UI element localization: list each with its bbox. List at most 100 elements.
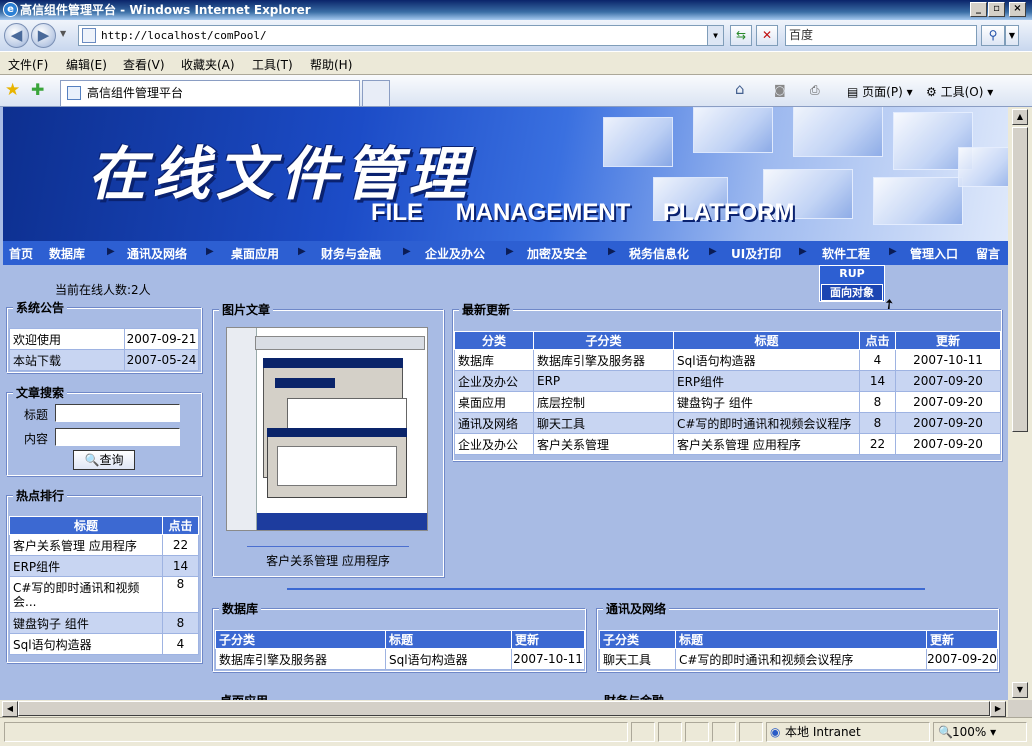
menu-help[interactable]: 帮助(H) [310,56,352,73]
refresh-button[interactable]: ⇆ [730,25,752,46]
page-menu[interactable]: ▤ 页面(P) ▾ [847,83,913,100]
content-input[interactable] [55,428,180,446]
nav-tax[interactable]: 税务信息化 [629,245,689,262]
hot-title[interactable]: C#写的即时通讯和视频会... [9,576,163,613]
maximize-button[interactable]: ▫ [988,2,1005,17]
minimize-button[interactable]: _ [970,2,987,17]
back-button[interactable]: ◀ [4,23,29,48]
cell-title[interactable]: C#写的即时通讯和视频会议程序 [673,412,860,434]
nav-security[interactable]: 加密及安全 [527,245,587,262]
nav-admin[interactable]: 管理入口 [910,245,958,262]
tools-menu[interactable]: ⚙ 工具(O) ▾ [926,83,993,100]
security-lock-icon[interactable] [739,722,763,742]
cell-subcategory[interactable]: 客户关系管理 [533,433,674,455]
new-tab-button[interactable] [362,80,390,106]
cell-subcategory[interactable]: 聊天工具 [599,648,676,670]
search-icon[interactable]: ⚲ [981,25,1005,46]
nav-ui-print[interactable]: UI及打印 [731,245,781,262]
address-dropdown-icon[interactable]: ▼ [707,26,723,45]
nav-network[interactable]: 通讯及网络 [127,245,187,262]
nav-finance[interactable]: 财务与金融 [321,245,381,262]
zoom-control[interactable]: 🔍 100% ▾ [933,722,1027,742]
home-icon[interactable]: ⌂ [735,80,745,98]
dropdown-item-oo[interactable]: 面向对象 [821,284,883,301]
tab-current[interactable]: 高信组件管理平台 [60,80,360,106]
dropdown-item-rup[interactable]: RUP [820,266,884,283]
horizontal-scrollbar[interactable]: ◀ ▶ [0,700,1008,717]
cell-clicks: 8 [859,412,896,434]
address-input[interactable]: http://localhost/comPool/ ▼ [78,25,724,46]
nav-database[interactable]: 数据库 [49,245,85,262]
zoom-label: 100% [952,725,987,739]
scroll-down-icon[interactable]: ▼ [1012,682,1028,698]
cell-subcategory[interactable]: 数据库引擎及服务器 [215,648,386,670]
hot-title[interactable]: Sql语句构造器 [9,633,163,655]
hscroll-thumb[interactable] [18,701,990,716]
nav-enterprise[interactable]: 企业及办公 [425,245,485,262]
cell-category: 企业及办公 [454,370,534,392]
hot-title[interactable]: 键盘钩子 组件 [9,612,163,634]
cell-subcategory[interactable]: 聊天工具 [533,412,674,434]
hot-title[interactable]: ERP组件 [9,555,163,577]
menu-tools[interactable]: 工具(T) [252,56,293,73]
col-updated: 更新 [895,331,1001,350]
table-row: 桌面应用 底层控制 键盘钩子 组件 8 2007-09-20 [454,391,1001,413]
search-legend: 文章搜索 [13,384,68,401]
nav-home[interactable]: 首页 [9,245,33,262]
print-icon[interactable]: ⎙ [810,83,820,98]
search-options-icon[interactable]: ▼ [1005,25,1019,46]
cell-title[interactable]: Sql语句构造器 [673,349,860,371]
cell-title[interactable]: 客户关系管理 应用程序 [673,433,860,455]
col-clicks: 点击 [859,331,896,350]
announce-title[interactable]: 欢迎使用 [9,328,125,350]
menu-file[interactable]: 文件(F) [8,56,48,73]
search-input[interactable]: 百度 [785,25,977,46]
table-row: 聊天工具 C#写的即时通讯和视频会议程序 2007-09-20 [599,648,998,670]
col-updated: 更新 [926,630,998,649]
ie-logo-icon: e [3,2,18,17]
banner-title-en: FILE MANAGEMENT PLATFORM [371,199,795,226]
scroll-left-icon[interactable]: ◀ [2,701,18,717]
zone-indicator[interactable]: ◉ 本地 Intranet [766,722,930,742]
title-input[interactable] [55,404,180,422]
table-row: 企业及办公 ERP ERP组件 14 2007-09-20 [454,370,1001,392]
menu-edit[interactable]: 编辑(E) [66,56,107,73]
vertical-scrollbar[interactable]: ▲ ▼ [1008,107,1032,700]
nav-message[interactable]: 留言 [976,245,1000,262]
article-thumbnail[interactable] [226,327,428,531]
nav-arrow-icon: ▶ [506,246,514,257]
table-row: Sql语句构造器 4 [9,633,199,655]
nav-arrow-icon: ▶ [206,246,214,257]
cell-subcategory[interactable]: 数据库引擎及服务器 [533,349,674,371]
close-window-button[interactable]: × [1009,2,1026,17]
hot-title[interactable]: 客户关系管理 应用程序 [9,534,163,556]
cell-clicks: 22 [859,433,896,455]
nav-arrow-icon: ▶ [298,246,306,257]
stop-button[interactable]: ✕ [756,25,778,46]
search-button[interactable]: 🔍查询 [73,450,135,470]
col-updated: 更新 [511,630,585,649]
favorites-star-icon[interactable]: ★ [5,80,20,100]
scroll-right-icon[interactable]: ▶ [990,701,1006,717]
nav-desktop[interactable]: 桌面应用 [231,245,279,262]
cell-subcategory[interactable]: ERP [533,370,674,392]
scroll-up-icon[interactable]: ▲ [1012,109,1028,125]
table-row: 键盘钩子 组件 8 [9,612,199,634]
announce-title[interactable]: 本站下载 [9,349,125,371]
nav-software-eng[interactable]: 软件工程 [822,245,870,262]
scroll-thumb[interactable] [1012,127,1028,432]
feeds-icon[interactable]: ◙ [774,83,786,97]
menu-favorites[interactable]: 收藏夹(A) [181,56,235,73]
cell-title[interactable]: ERP组件 [673,370,860,392]
cell-title[interactable]: 键盘钩子 组件 [673,391,860,413]
add-favorite-icon[interactable]: ✚ [31,80,44,99]
history-dropdown-icon[interactable]: ▼ [60,29,66,38]
cell-title[interactable]: C#写的即时通讯和视频会议程序 [675,648,927,670]
forward-button[interactable]: ▶ [31,23,56,48]
cell-subcategory[interactable]: 底层控制 [533,391,674,413]
cell-title[interactable]: Sql语句构造器 [385,648,512,670]
menu-view[interactable]: 查看(V) [123,56,165,73]
page-viewport: 在线文件管理 FILE MANAGEMENT PLATFORM 首页 数据库 ▶… [0,107,1008,700]
latest-legend: 最新更新 [459,301,514,318]
picture-caption[interactable]: 客户关系管理 应用程序 [213,552,443,569]
